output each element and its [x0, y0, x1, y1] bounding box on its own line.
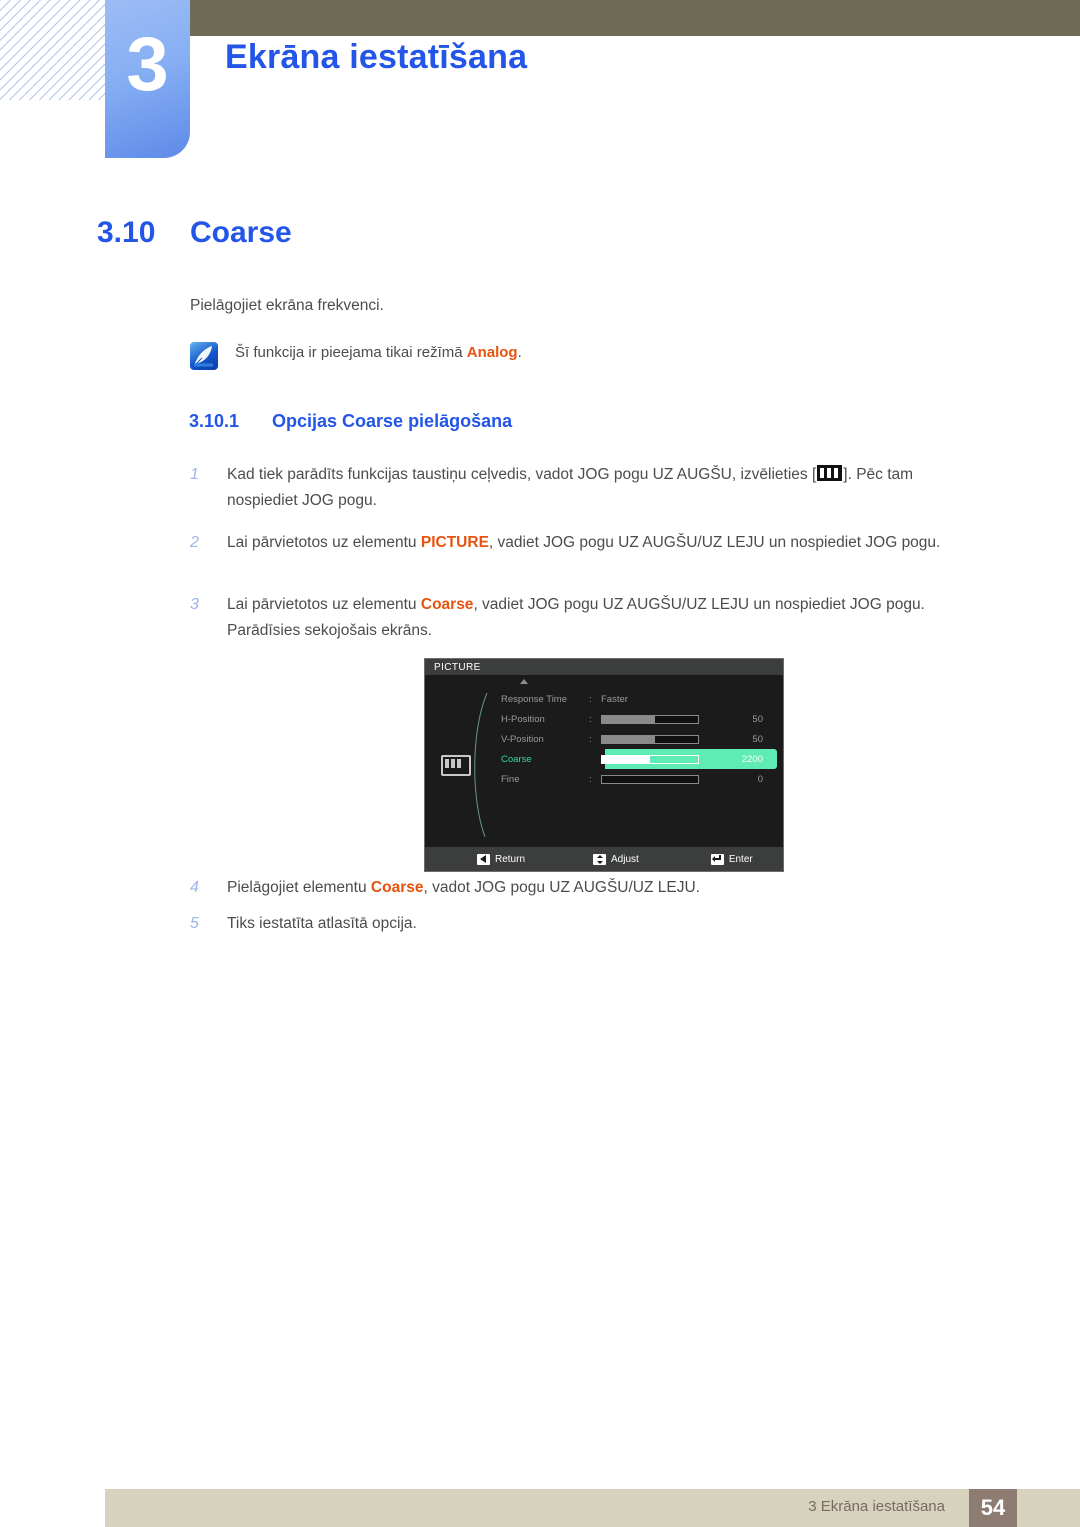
step-text-part: Lai pārvietotos uz elementu	[227, 534, 421, 551]
osd-row-v-position[interactable]: V-Position : 50	[497, 729, 777, 749]
osd-row-list: Response Time : Faster H-Position : 50 V…	[497, 689, 777, 789]
step-number: 3	[190, 596, 199, 613]
osd-slider-fill	[602, 735, 655, 743]
osd-row-coarse[interactable]: Coarse : 2200	[497, 749, 777, 769]
osd-arc-divider	[474, 692, 488, 838]
osd-slider-track[interactable]	[601, 774, 699, 784]
osd-row-label: V-Position	[501, 733, 544, 745]
step-text-part: Pielāgojiet elementu	[227, 879, 371, 896]
osd-row-colon: :	[589, 753, 592, 765]
chapter-number: 3	[126, 22, 169, 107]
picture-key-icon	[817, 465, 843, 481]
step-text: Pielāgojiet elementu Coarse, vadot JOG p…	[227, 875, 970, 901]
osd-row-h-position[interactable]: H-Position : 50	[497, 709, 777, 729]
step-text-part: , vadot JOG pogu UZ AUGŠU/UZ LEJU.	[423, 879, 700, 896]
note-block: Šī funkcija ir pieejama tikai režīmā Ana…	[190, 341, 890, 370]
osd-row-fine[interactable]: Fine : 0	[497, 769, 777, 789]
osd-footer-label: Return	[495, 853, 526, 865]
osd-slider-fill	[602, 715, 655, 723]
osd-row-value: 50	[752, 733, 763, 745]
step-text: Tiks iestatīta atlasītā opcija.	[227, 911, 970, 937]
step-text: Kad tiek parādīts funkcijas taustiņu ceļ…	[227, 462, 970, 514]
osd-row-colon: :	[589, 733, 592, 745]
step-text-part: , vadiet JOG pogu UZ AUGŠU/UZ LEJU un no…	[488, 534, 941, 551]
osd-title-bar: PICTURE	[425, 659, 783, 675]
osd-row-value: 0	[757, 773, 763, 785]
step-number: 4	[190, 879, 199, 896]
step-number: 1	[190, 466, 199, 483]
step-item: 5 Tiks iestatīta atlasītā opcija.	[190, 911, 970, 937]
step-accent-word: Coarse	[420, 596, 474, 613]
enter-arrow-icon	[710, 853, 724, 865]
step-item: 1 Kad tiek parādīts funkcijas taustiņu c…	[190, 462, 970, 514]
page-number-box: 54	[969, 1489, 1017, 1527]
note-accent-word: Analog	[466, 344, 518, 361]
decorative-hatch-pattern	[0, 0, 106, 100]
osd-slider-track[interactable]	[601, 734, 699, 744]
step-text: Lai pārvietotos uz elementu PICTURE, vad…	[227, 530, 970, 556]
step-item: 2 Lai pārvietotos uz elementu PICTURE, v…	[190, 530, 970, 556]
quill-note-icon	[190, 342, 218, 370]
osd-row-value: Faster	[601, 693, 628, 705]
osd-row-label: Fine	[501, 773, 520, 785]
osd-row-label: H-Position	[501, 713, 545, 725]
osd-row-colon: :	[589, 693, 592, 705]
osd-footer-enter[interactable]: Enter	[710, 853, 753, 865]
section-title: Coarse	[190, 216, 292, 249]
osd-slider-fill	[602, 755, 650, 763]
step-text-part: Kad tiek parādīts funkcijas taustiņu ceļ…	[227, 466, 817, 483]
osd-row-response-time[interactable]: Response Time : Faster	[497, 689, 777, 709]
up-down-arrow-icon	[593, 853, 607, 865]
osd-footer-return[interactable]: Return	[477, 853, 526, 865]
osd-footer-label: Enter	[728, 853, 753, 865]
up-triangle-icon	[520, 679, 528, 684]
header-olive-bar	[190, 0, 1080, 36]
osd-footer-bar: Return Adjust Enter	[425, 847, 783, 871]
subsection-title: Opcijas Coarse pielāgošana	[272, 411, 513, 431]
chapter-number-badge: 3	[105, 0, 190, 158]
note-text-after: .	[517, 344, 522, 361]
step-item: 4 Pielāgojiet elementu Coarse, vadot JOG…	[190, 875, 970, 901]
osd-row-value: 2200	[741, 753, 763, 765]
osd-slider-track[interactable]	[601, 754, 699, 764]
footer-chapter-label: 3 Ekrāna iestatīšana	[808, 1498, 945, 1515]
note-text-before: Šī funkcija ir pieejama tikai režīmā	[235, 344, 467, 361]
left-triangle-icon	[477, 853, 490, 865]
step-accent-word: Coarse	[370, 879, 424, 896]
osd-row-colon: :	[589, 773, 592, 785]
osd-menu-screenshot: PICTURE Response Time : Faster H-Positio…	[424, 658, 784, 872]
osd-slider-track[interactable]	[601, 714, 699, 724]
step-text: Lai pārvietotos uz elementu Coarse, vadi…	[227, 592, 970, 644]
subsection-number: 3.10.1	[189, 411, 240, 431]
step-item: 3 Lai pārvietotos uz elementu Coarse, va…	[190, 592, 970, 644]
osd-row-colon: :	[589, 713, 592, 725]
step-text-part: Tiks iestatīta atlasītā opcija.	[227, 915, 417, 932]
section-number: 3.10	[97, 216, 156, 249]
osd-footer-label: Adjust	[611, 853, 639, 865]
intro-paragraph: Pielāgojiet ekrāna frekvenci.	[190, 297, 384, 314]
osd-row-value: 50	[752, 713, 763, 725]
osd-row-label: Response Time	[501, 693, 568, 705]
osd-footer-adjust[interactable]: Adjust	[593, 853, 639, 865]
osd-row-label: Coarse	[501, 753, 532, 765]
step-accent-word: PICTURE	[420, 534, 489, 551]
step-number: 5	[190, 915, 199, 932]
step-number: 2	[190, 534, 199, 551]
note-text: Šī funkcija ir pieejama tikai režīmā Ana…	[235, 341, 522, 361]
chapter-title: Ekrāna iestatīšana	[225, 38, 528, 76]
step-text-part: Lai pārvietotos uz elementu	[227, 596, 421, 613]
